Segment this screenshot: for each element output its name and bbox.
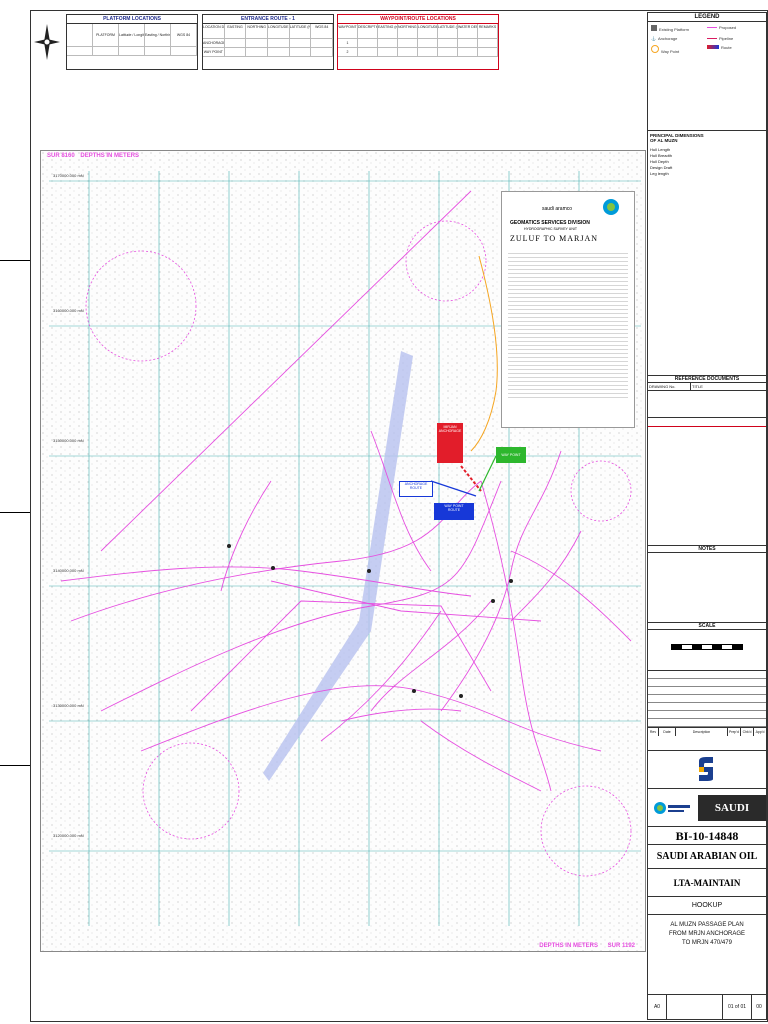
table-row: 2 — [338, 48, 498, 57]
drawing-title-line: AL MUZN PASSAGE PLAN — [670, 922, 744, 928]
waypoint-table: WAYPOINT/ROUTE LOCATIONS WAYPOINT DESCRI… — [337, 14, 499, 70]
anchorage-route-callout[interactable]: ANCHORAGE ROUTE — [399, 481, 433, 497]
references-title: REFERENCE DOCUMENTS — [648, 376, 766, 383]
northing-label: 3140000.000 mN — [53, 568, 84, 573]
title-header: TITLE — [692, 384, 703, 389]
legend-item: Existing Platform — [651, 25, 701, 32]
table-row: PLATFORM Latitude / Longitude Easting / … — [67, 24, 197, 47]
drawing-title-line: TO MRJN 470/479 — [682, 940, 732, 946]
rev-header: Prep'd — [728, 728, 741, 736]
chart-title-division: GEOMATICS SERVICES DIVISION — [510, 220, 590, 226]
sur-bottom: SUR 1192 — [607, 943, 635, 949]
table-row: ANCHORAGE — [203, 39, 334, 48]
platform-table-title: PLATFORM LOCATIONS — [67, 15, 197, 24]
table-row — [67, 47, 197, 56]
waypoint-route-callout[interactable]: WAY POINT ROUTE — [434, 503, 474, 520]
aramco-chart-logo-icon — [602, 196, 620, 218]
border-tick — [0, 765, 30, 766]
table-row: LOCATION DESCRIPTION EASTING NORTHING LO… — [203, 24, 334, 39]
logo-panel — [647, 750, 767, 790]
notes-panel: NOTES — [647, 545, 767, 624]
chart-title-subtitle: HYDROGRAPHIC SURVEY UNIT — [524, 227, 577, 231]
doc-no-panel: BI-10-14848 — [647, 826, 767, 846]
table-row: 1 — [338, 39, 498, 48]
rev-header: Description — [676, 728, 728, 736]
section-name: HOOKUP — [691, 902, 723, 909]
rev-value: 00 — [756, 1004, 762, 1010]
sur-top: SUR 8160 — [47, 153, 75, 159]
legend-item: Pipeline — [707, 36, 757, 41]
northing-label: 3170000.000 mN — [53, 173, 84, 178]
entrance-route-table: ENTRANCE ROUTE - 1 LOCATION DESCRIPTION … — [202, 14, 334, 70]
depth-units-top: DEPTHS IN METERS — [80, 153, 140, 159]
scale-title: SCALE — [648, 623, 766, 630]
table-row: WAY POINT — [203, 48, 334, 57]
northing-label: 3150000.000 mN — [53, 438, 84, 443]
dimension-row: Leg length — [650, 171, 669, 176]
scale-panel: SCALE — [647, 622, 767, 672]
depth-units-bottom: DEPTHS IN METERS — [539, 943, 598, 949]
chart-title-name: ZULUF TO MARJAN — [510, 234, 599, 243]
sheet-value: 01 of 01 — [723, 995, 752, 1019]
table-row: WAYPOINT DESCRIPTION EASTING (m) NORTHIN… — [338, 24, 498, 39]
north-arrow-icon — [32, 22, 62, 62]
mirjan-anchorage-callout[interactable]: MIRJAN ANCHORAGE — [437, 423, 463, 463]
size-value: A0 — [648, 995, 667, 1019]
nautical-chart-map[interactable]: SUR 8160 DEPTHS IN METERS DEPTHS IN METE… — [40, 150, 646, 952]
rev-header: Rev — [648, 728, 659, 736]
rev-header: Chk'd — [741, 728, 754, 736]
legend-title: LEGEND — [648, 13, 766, 22]
chart-title-box: saudi aramco GEOMATICS SERVICES DIVISION… — [501, 191, 635, 428]
border-tick — [0, 512, 30, 513]
sheet-info-panel: A0 01 of 01 00 — [647, 994, 767, 1020]
drawing-title-line: FROM MRJN ANCHORAGE — [668, 931, 745, 937]
company-panel: SAUDI ARAMCO — [647, 788, 767, 840]
legend-panel: LEGEND Existing Platform Proposed ⚓ Ancho… — [647, 12, 767, 132]
revision-panel: Rev Date Description Prep'd Chk'd App'd — [647, 670, 767, 752]
doc-number: BI-10-14848 — [675, 829, 739, 843]
scale-bar — [671, 644, 743, 650]
legend-item: ⚓ Anchorage — [651, 36, 678, 41]
legend-item: Way Point — [651, 45, 701, 54]
client-panel: SAUDI ARABIAN OIL COMPANY — [647, 844, 767, 886]
notes-title: NOTES — [648, 546, 766, 553]
drawing-title-panel: AL MUZN PASSAGE PLAN FROM MRJN ANCHORAGE… — [647, 914, 767, 996]
platform-table: PLATFORM LOCATIONS PLATFORM Latitude / L… — [66, 14, 198, 70]
company-name: SAUDI ARAMCO — [698, 795, 766, 840]
aramco-small-logo-icon — [652, 799, 692, 817]
saudi-aramco-logo-icon — [696, 755, 716, 783]
dimensions-title: PRINCIPAL DIMENSIONS OF AL MUZN — [650, 133, 704, 143]
section-panel: HOOKUP — [647, 896, 767, 916]
rev-header: Date — [659, 728, 676, 736]
project-panel: LTA-MAINTAIN POTENTIAL FACILITIES — [647, 868, 767, 916]
drawing-no-header: DRAWING No. — [648, 383, 691, 390]
waypoint-table-title: WAYPOINT/ROUTE LOCATIONS — [338, 15, 498, 24]
legend-item: Proposed — [707, 25, 757, 32]
dimensions-panel: PRINCIPAL DIMENSIONS OF AL MUZN Hull Len… — [647, 130, 767, 377]
legend-item: Route — [707, 45, 757, 54]
northing-label: 3160000.000 mN — [53, 308, 84, 313]
doc-detail — [667, 995, 723, 1019]
chart-title-org: saudi aramco — [542, 206, 573, 212]
references-panel: REFERENCE DOCUMENTS DRAWING No. TITLE — [647, 375, 767, 547]
border-tick — [0, 260, 30, 261]
waypoint-callout[interactable]: WAY POINT — [496, 447, 526, 463]
depth-label-bottom: DEPTHS IN METERS SUR 1192 — [539, 943, 635, 949]
entrance-route-title: ENTRANCE ROUTE - 1 — [203, 15, 333, 24]
depth-label-top: SUR 8160 DEPTHS IN METERS — [47, 153, 139, 159]
rev-header: App'd — [755, 730, 765, 734]
northing-label: 3130000.000 mN — [53, 703, 84, 708]
northing-label: 3120000.000 mN — [53, 833, 84, 838]
